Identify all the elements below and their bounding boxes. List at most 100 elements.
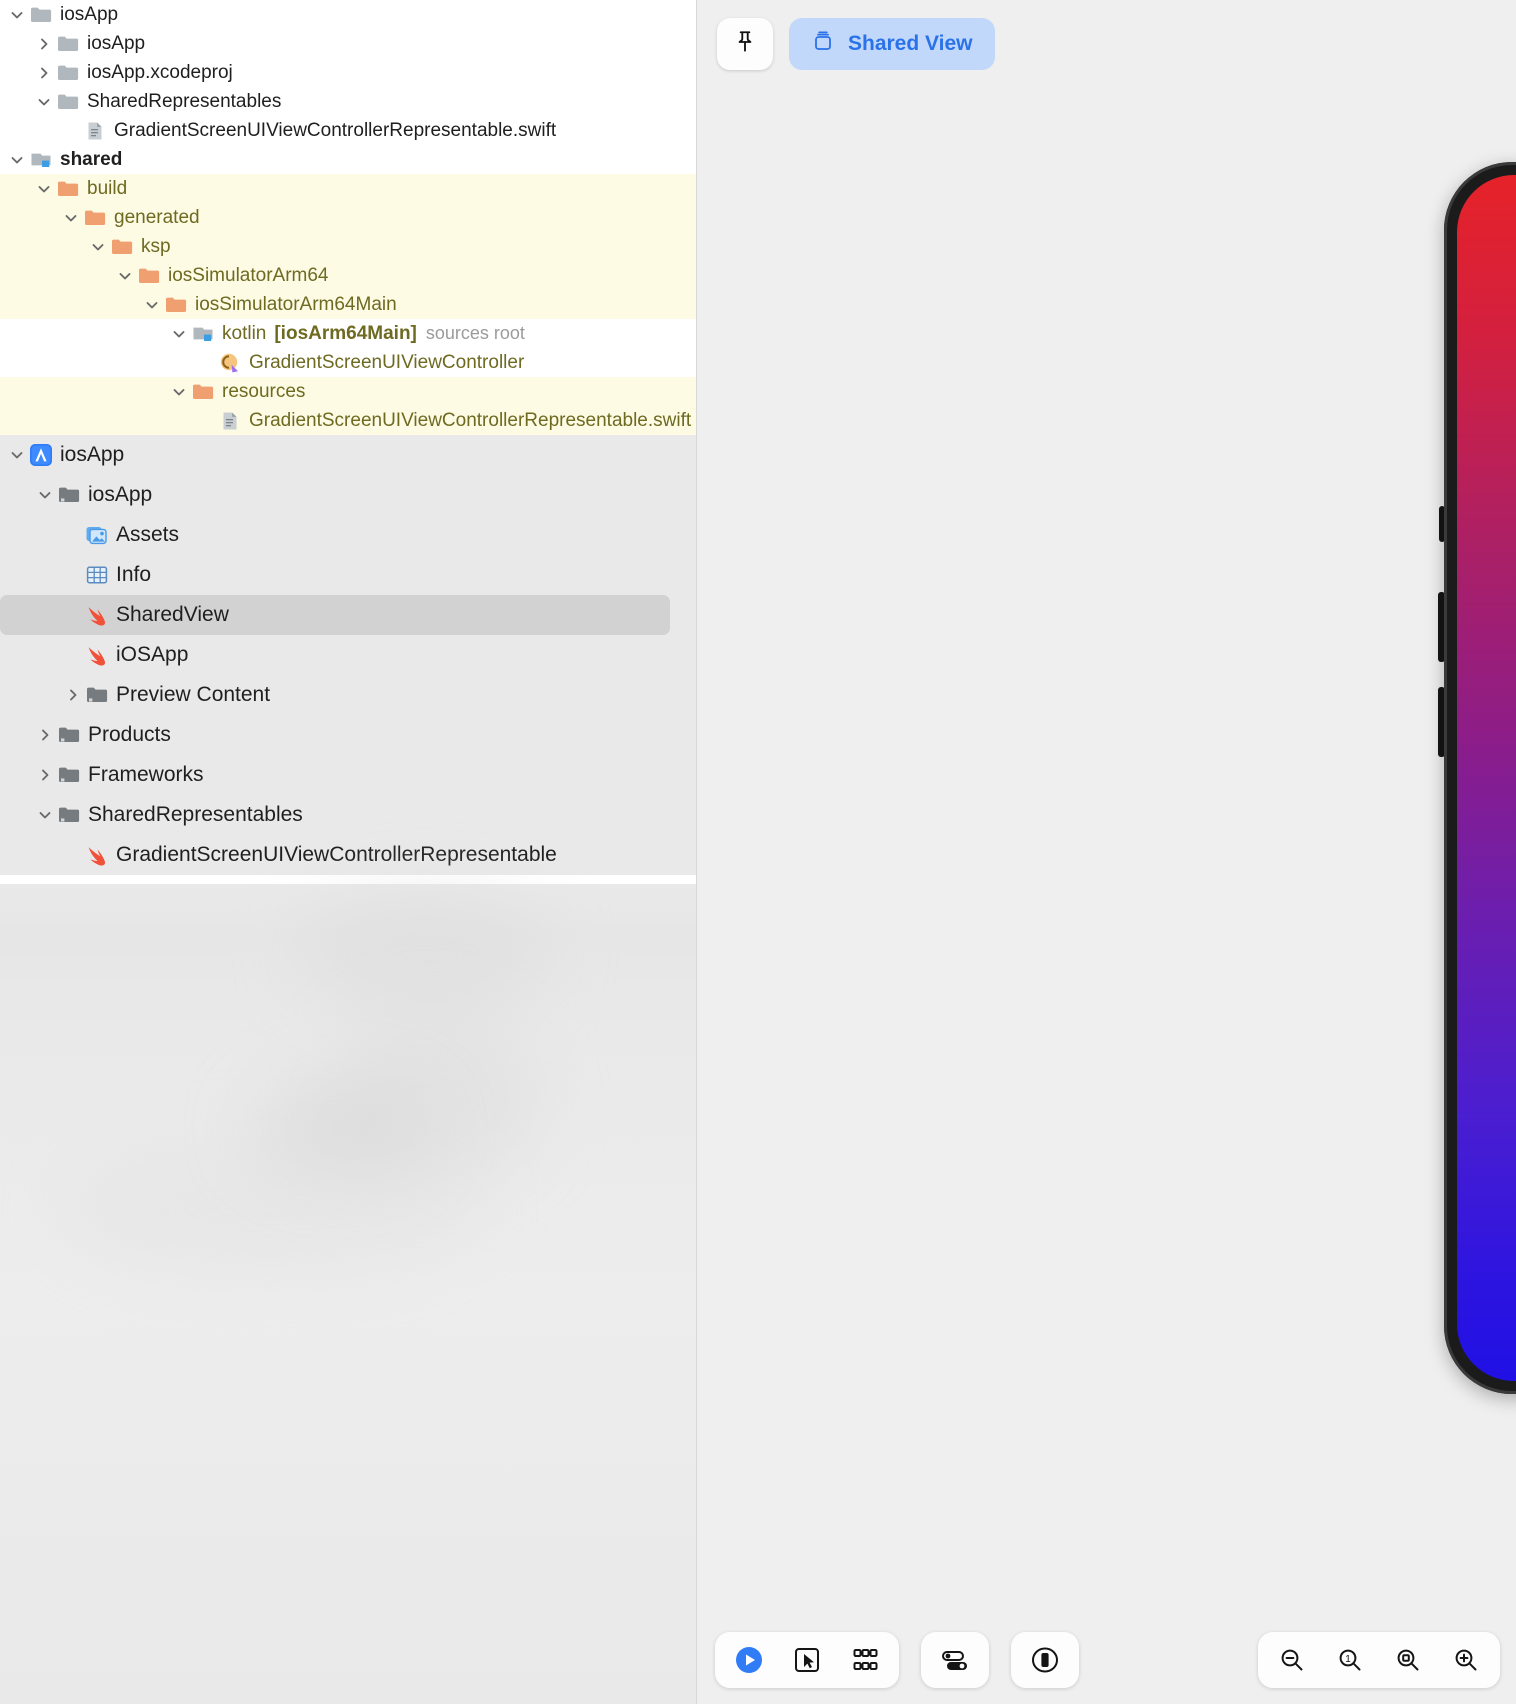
tree-row-label: GradientScreenUIViewControllerRepresenta… [114, 119, 557, 141]
tree-row-label: resources [222, 380, 306, 402]
tree-row-label: GradientScreenUIViewController [249, 351, 525, 373]
tree-row[interactable]: SharedRepresentables [0, 795, 696, 835]
tree-row[interactable]: iosApp.xcodeproj [0, 58, 696, 87]
plist-table-icon [84, 564, 110, 586]
play-circle-icon [733, 1644, 765, 1676]
chevron-down-icon[interactable] [34, 484, 56, 506]
magnifier-plus-icon [1452, 1646, 1480, 1674]
chevron-down-icon[interactable] [33, 178, 55, 200]
variants-grid-button[interactable] [839, 1637, 891, 1683]
run-mode-group [715, 1632, 899, 1688]
tree-row[interactable]: iosApp [0, 29, 696, 58]
tree-row[interactable]: shared [0, 145, 696, 174]
svg-text:1: 1 [1345, 1654, 1351, 1665]
tree-row-label: generated [114, 206, 200, 228]
tree-row[interactable]: iosSimulatorArm64 [0, 261, 696, 290]
project-tree-rows: iosApp iosApp iosApp.xcodeproj SharedRepres… [0, 0, 696, 875]
tree-row[interactable]: Assets [0, 515, 696, 555]
chevron-down-icon[interactable] [33, 91, 55, 113]
chevron-right-icon[interactable] [34, 764, 56, 786]
chevron-right-icon[interactable] [62, 684, 84, 706]
tree-row[interactable]: resources [0, 377, 696, 406]
chevron-down-icon[interactable] [60, 207, 82, 229]
zoom-actual-size-button[interactable]: 1 [1324, 1637, 1376, 1683]
pin-preview-button[interactable] [717, 18, 773, 70]
zoom-out-button[interactable] [1266, 1637, 1318, 1683]
tree-row[interactable]: iosApp [0, 435, 696, 475]
module-icon [28, 149, 54, 171]
chevron-right-icon[interactable] [33, 33, 55, 55]
tab-shared-view[interactable]: Shared View [789, 18, 995, 70]
tree-row[interactable]: kotlin [iosArm64Main] sources root [0, 319, 696, 348]
zoom-fit-button[interactable] [1382, 1637, 1434, 1683]
folder-orange-icon [109, 236, 135, 258]
chevron-down-icon[interactable] [168, 381, 190, 403]
tree-row-label: SharedView [116, 603, 229, 626]
module-icon [190, 323, 216, 345]
swift-icon [84, 604, 110, 626]
tab-shared-view-label: Shared View [848, 32, 973, 55]
chevron-down-icon[interactable] [114, 265, 136, 287]
tree-row-sources-root-hint: sources root [425, 323, 525, 343]
chevron-down-icon[interactable] [6, 149, 28, 171]
device-group [1011, 1632, 1079, 1688]
tree-row[interactable]: iosApp [0, 475, 696, 515]
project-tree-panel[interactable]: iosApp iosApp iosApp.xcodeproj SharedRepres… [0, 0, 696, 1704]
tree-row[interactable]: Products [0, 715, 696, 755]
tree-row[interactable]: iOSApp [0, 635, 696, 675]
tree-row[interactable]: GradientScreenUIViewControllerRepresenta… [0, 116, 696, 145]
tree-row[interactable]: GradientScreenUIViewControllerRepresenta… [0, 406, 696, 435]
chevron-right-icon[interactable] [33, 62, 55, 84]
folder-dark-icon [56, 804, 82, 826]
tree-row-label: GradientScreenUIViewControllerRepresenta… [249, 409, 692, 431]
settings-group [921, 1632, 989, 1688]
tree-row[interactable]: SharedView [0, 595, 670, 635]
zoom-in-button[interactable] [1440, 1637, 1492, 1683]
kotlin-sources-root-section: kotlin [iosArm64Main] sources root Gradient… [0, 319, 696, 377]
tree-row[interactable]: iosApp [0, 0, 696, 29]
tree-row[interactable]: ksp [0, 232, 696, 261]
tree-row[interactable]: Preview Content [0, 675, 696, 715]
run-preview-button[interactable] [723, 1637, 775, 1683]
tree-row[interactable]: iosSimulatorArm64Main [0, 290, 696, 319]
device-selector-button[interactable] [1019, 1637, 1071, 1683]
swift-icon [84, 644, 110, 666]
tree-row-label: iosApp.xcodeproj [87, 61, 233, 83]
folder-orange-icon [55, 178, 81, 200]
tree-row-label: iOSApp [116, 643, 189, 666]
preview-workspace: iosApp iosApp iosApp.xcodeproj SharedRepres… [0, 0, 1516, 1704]
folder-gray-icon [55, 91, 81, 113]
chevron-down-icon[interactable] [168, 323, 190, 345]
chevron-down-icon[interactable] [6, 444, 28, 466]
tree-row-source-set: [iosArm64Main] [274, 322, 417, 344]
chevron-right-icon[interactable] [34, 724, 56, 746]
tree-row[interactable]: Frameworks [0, 755, 696, 795]
tree-row[interactable]: Info [0, 555, 696, 595]
preview-settings-button[interactable] [929, 1637, 981, 1683]
chevron-down-icon[interactable] [87, 236, 109, 258]
chevron-down-icon[interactable] [6, 4, 28, 26]
tree-row-label: build [87, 177, 128, 199]
magnifier-minus-icon [1278, 1646, 1306, 1674]
tree-row-label: Assets [116, 523, 180, 546]
device-screen-gradient: Shuffle [1457, 175, 1516, 1381]
folder-orange-icon [136, 265, 162, 287]
magnifier-one-icon: 1 [1336, 1646, 1364, 1674]
tree-row[interactable]: generated [0, 203, 696, 232]
generated-sources-section: build generated ksp iosSimulatorArm64 iosSim… [0, 174, 696, 319]
select-mode-button[interactable] [781, 1637, 833, 1683]
tree-row[interactable]: GradientScreenUIViewController [0, 348, 696, 377]
chevron-down-icon[interactable] [141, 294, 163, 316]
folder-dark-icon [56, 724, 82, 746]
tree-row-label: iosApp [60, 3, 119, 25]
tree-row[interactable]: GradientScreenUIViewControllerRepresenta… [0, 835, 696, 875]
tree-row[interactable]: build [0, 174, 696, 203]
chevron-down-icon[interactable] [34, 804, 56, 826]
folder-gray-icon [55, 33, 81, 55]
file-text-icon [217, 410, 243, 432]
tree-row-label: iosSimulatorArm64Main [195, 293, 397, 315]
tree-row-label: kotlin [222, 322, 267, 344]
tree-row[interactable]: SharedRepresentables [0, 87, 696, 116]
folder-dark-icon [56, 484, 82, 506]
tree-row-label: SharedRepresentables [88, 803, 303, 826]
